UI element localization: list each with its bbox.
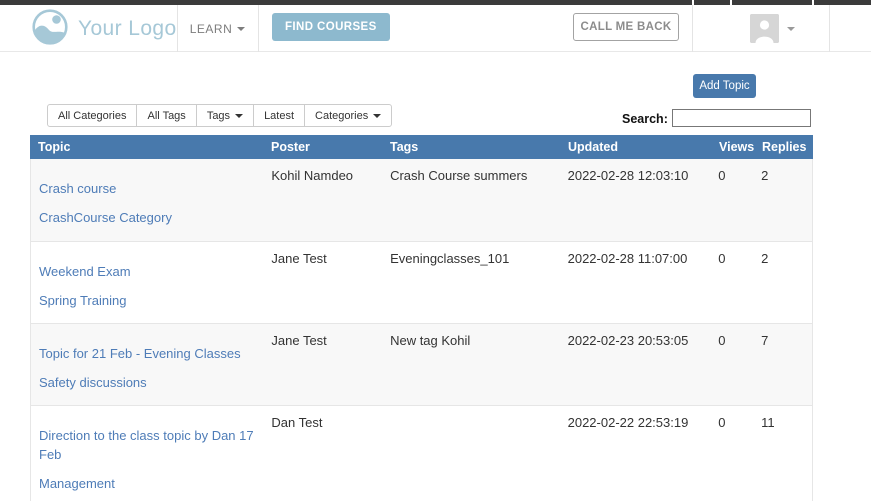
column-header-tags: Tags xyxy=(382,135,560,159)
chevron-down-icon xyxy=(235,114,243,118)
header-divider xyxy=(829,5,830,52)
topic-cell: Direction to the class topic by Dan 17 F… xyxy=(31,406,263,501)
replies-cell: 7 xyxy=(753,324,812,405)
topic-link[interactable]: Crash course xyxy=(39,179,255,198)
header-divider xyxy=(692,5,693,52)
user-menu[interactable] xyxy=(750,14,795,43)
column-header-topic: Topic xyxy=(30,135,263,159)
tags-cell: Crash Course summers xyxy=(382,159,560,241)
filter-latest[interactable]: Latest xyxy=(253,104,305,127)
filter-all-categories[interactable]: All Categories xyxy=(47,104,137,127)
poster-cell: Dan Test xyxy=(263,406,382,501)
tags-cell: Eveningclasses_101 xyxy=(382,242,560,323)
filter-label: All Tags xyxy=(147,110,185,122)
topic-link[interactable]: Topic for 21 Feb - Evening Classes xyxy=(39,344,255,363)
call-me-back-button[interactable]: CALL ME BACK xyxy=(573,13,679,41)
poster-cell: Jane Test xyxy=(263,324,382,405)
replies-cell: 11 xyxy=(753,406,812,501)
filter-categories[interactable]: Categories xyxy=(304,104,392,127)
topic-cell: Weekend Exam Spring Training xyxy=(31,242,263,323)
filter-tags[interactable]: Tags xyxy=(196,104,254,127)
table-row: Topic for 21 Feb - Evening Classes Safety… xyxy=(31,323,812,405)
column-header-views: Views xyxy=(711,135,754,159)
views-cell: 0 xyxy=(710,242,753,323)
chevron-down-icon xyxy=(373,114,381,118)
table-row: Weekend Exam Spring Training Jane TestEven… xyxy=(31,241,812,323)
search-input[interactable] xyxy=(672,109,811,127)
updated-cell: 2022-02-22 22:53:19 xyxy=(560,406,711,501)
avatar xyxy=(750,14,779,43)
category-link[interactable]: Spring Training xyxy=(39,291,255,310)
find-courses-button[interactable]: FIND COURSES xyxy=(272,13,390,41)
site-header: Your Logo LEARN FIND COURSES CALL ME BAC… xyxy=(0,5,871,52)
search-label: Search: xyxy=(622,112,668,126)
views-cell: 0 xyxy=(710,159,753,241)
filter-label: Categories xyxy=(315,110,368,122)
category-link[interactable]: CrashCourse Category xyxy=(39,208,255,227)
poster-cell: Kohil Namdeo xyxy=(263,159,382,241)
views-cell: 0 xyxy=(710,324,753,405)
filter-label: All Categories xyxy=(58,110,126,122)
category-link[interactable]: Management xyxy=(39,474,255,493)
table-header-row: TopicPosterTagsUpdatedViewsReplies xyxy=(30,135,813,159)
header-divider xyxy=(258,5,259,52)
chevron-down-icon xyxy=(787,27,795,31)
logo-image-icon xyxy=(31,8,69,51)
table-row: Direction to the class topic by Dan 17 F… xyxy=(31,405,812,501)
filter-label: Tags xyxy=(207,110,230,122)
topic-cell: Crash course CrashCourse Category xyxy=(31,159,263,241)
table-row: Crash course CrashCourse Category Kohil Na… xyxy=(31,159,812,241)
updated-cell: 2022-02-28 12:03:10 xyxy=(560,159,711,241)
updated-cell: 2022-02-28 11:07:00 xyxy=(560,242,711,323)
logo-text: Your Logo xyxy=(78,17,177,41)
learn-label: LEARN xyxy=(190,22,233,36)
replies-cell: 2 xyxy=(753,242,812,323)
logo[interactable]: Your Logo xyxy=(31,9,177,49)
category-link[interactable]: Safety discussions xyxy=(39,373,255,392)
add-topic-button[interactable]: Add Topic xyxy=(693,74,756,98)
column-header-poster: Poster xyxy=(263,135,382,159)
updated-cell: 2022-02-23 20:53:05 xyxy=(560,324,711,405)
topic-cell: Topic for 21 Feb - Evening Classes Safety… xyxy=(31,324,263,405)
column-header-updated: Updated xyxy=(560,135,711,159)
tags-cell: New tag Kohil xyxy=(382,324,560,405)
topic-link[interactable]: Weekend Exam xyxy=(39,262,255,281)
filter-button-group: All Categories All Tags Tags Latest Categori… xyxy=(47,104,392,127)
chevron-down-icon xyxy=(237,27,245,31)
views-cell: 0 xyxy=(710,406,753,501)
topic-link[interactable]: Direction to the class topic by Dan 17 F… xyxy=(39,426,255,464)
filter-all-tags[interactable]: All Tags xyxy=(136,104,196,127)
replies-cell: 2 xyxy=(753,159,812,241)
column-header-replies: Replies xyxy=(754,135,813,159)
poster-cell: Jane Test xyxy=(263,242,382,323)
filter-label: Latest xyxy=(264,110,294,122)
nav-learn-menu[interactable]: LEARN xyxy=(177,5,258,52)
topics-table: TopicPosterTagsUpdatedViewsReplies Crash… xyxy=(30,135,813,501)
tags-cell xyxy=(382,406,560,501)
table-body: Crash course CrashCourse Category Kohil Na… xyxy=(30,159,813,501)
